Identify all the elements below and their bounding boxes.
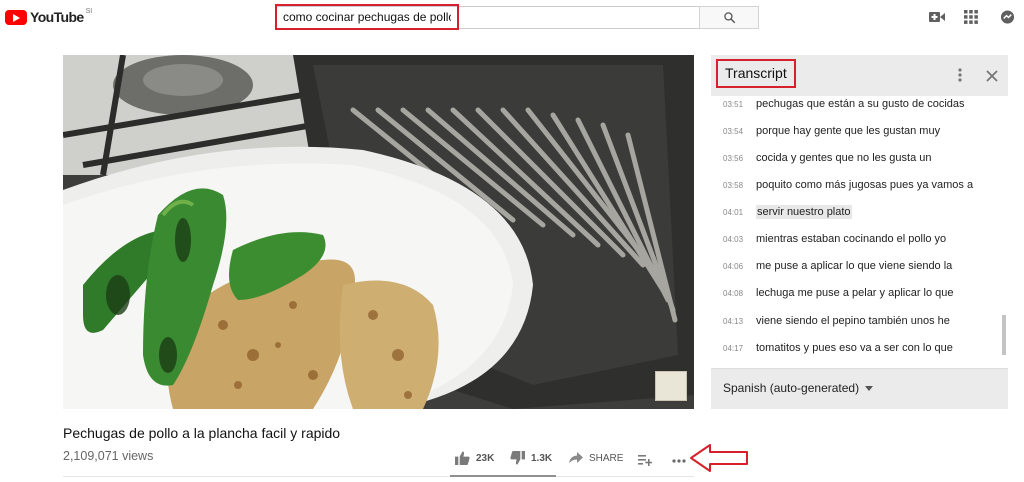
transcript-text: viene siendo el pepino también unos he [756,315,950,327]
video-frame-image [63,55,694,409]
thumbs-up-icon [455,451,470,465]
dropdown-caret-icon [865,385,874,391]
language-label: Spanish (auto-generated) [723,381,860,395]
transcript-timestamp: 04:03 [723,234,744,244]
transcript-menu-button[interactable] [958,68,962,87]
search-icon [723,12,735,24]
apps-button[interactable] [963,10,979,24]
transcript-line[interactable]: 04:17 tomatitos y pues eso va a ser con … [711,338,1001,358]
transcript-line[interactable]: 04:08 lechuga me puse a pelar y aplicar … [711,283,1001,303]
transcript-title: Transcript [716,59,796,88]
transcript-timestamp: 03:56 [723,153,744,163]
dislike-button[interactable]: 1.3K [510,449,552,467]
transcript-text: pechugas que están a su gusto de cocidas [756,98,965,110]
transcript-timestamp: 03:58 [723,180,744,190]
more-horizontal-icon [672,459,686,463]
share-icon [569,452,583,464]
apps-icon [964,10,978,24]
search-button[interactable] [699,6,759,29]
like-count: 23K [476,452,495,464]
transcript-line[interactable]: 04:13 viene siendo el pepino también uno… [711,311,1001,331]
transcript-panel: Transcript 03:51 pechugas que están a su… [711,55,1008,409]
share-label: SHARE [589,452,624,464]
transcript-text: me puse a aplicar lo que viene siendo la [756,260,953,272]
transcript-line[interactable]: 03:56 cocida y gentes que no les gusta u… [711,148,1001,168]
video-player[interactable] [63,55,694,409]
video-upload-icon [929,12,945,22]
transcript-text: servir nuestro plato [756,205,852,219]
like-ratio-bar [450,475,556,477]
transcript-timestamp: 04:06 [723,261,744,271]
share-button[interactable]: SHARE [569,449,623,467]
video-title: Pechugas de pollo a la plancha facil y r… [63,425,341,441]
transcript-line[interactable]: 03:51 pechugas que están a su gusto de c… [711,96,1001,114]
transcript-list: 03:51 pechugas que están a su gusto de c… [711,96,1008,369]
transcript-text: cocida y gentes que no les gusta un [756,152,932,164]
like-button[interactable]: 23K [455,449,494,467]
thumbs-down-icon [510,451,525,465]
masthead: YouTube SI [0,0,1024,36]
transcript-line[interactable]: 03:54 porque hay gente que les gustan mu… [711,121,1001,141]
transcript-header: Transcript [711,55,1008,96]
channel-watermark[interactable] [655,371,687,401]
transcript-line[interactable]: 04:03 mientras estaban cocinando el poll… [711,229,1001,249]
transcript-timestamp: 04:08 [723,288,744,298]
youtube-logo[interactable]: YouTube SI [5,7,93,25]
youtube-play-icon [5,9,27,25]
transcript-line-active[interactable]: 04:01 servir nuestro plato [711,202,1001,222]
transcript-line[interactable]: 03:58 poquito como más jugosas pues ya v… [711,175,1001,195]
close-icon [986,70,998,82]
dislike-count: 1.3K [531,452,553,464]
logo-region: SI [85,7,93,15]
transcript-text: porque hay gente que les gustan muy [756,125,941,137]
transcript-timestamp: 03:54 [723,126,744,136]
divider [63,476,694,477]
transcript-text: poquito como más jugosas pues ya vamos a [756,179,974,191]
more-vertical-icon [958,68,962,82]
transcript-footer: Spanish (auto-generated) [711,368,1008,409]
add-to-playlist-button[interactable] [638,451,658,469]
transcript-text: tomatitos y pues eso va a ser con lo que [756,342,953,354]
red-arrow-annotation-icon [690,444,748,472]
messages-icon [1000,9,1014,24]
transcript-text: lechuga me puse a pelar y aplicar lo que [756,287,954,299]
logo-text: YouTube [30,9,84,25]
transcript-line[interactable]: 04:06 me puse a aplicar lo que viene sie… [711,256,1001,276]
transcript-close-button[interactable] [986,69,998,87]
messages-button[interactable] [999,9,1015,24]
transcript-scrollbar[interactable] [1002,315,1006,355]
search-input[interactable] [275,4,459,30]
transcript-timestamp: 03:51 [723,99,744,109]
transcript-text: mientras estaban cocinando el pollo yo [756,233,947,245]
transcript-timestamp: 04:17 [723,343,744,353]
language-dropdown[interactable]: Spanish (auto-generated) [723,381,874,395]
view-count: 2,109,071 views [63,449,154,463]
playlist-add-icon [638,455,652,466]
video-upload-button[interactable] [929,10,945,24]
transcript-timestamp: 04:13 [723,316,744,326]
transcript-timestamp: 04:01 [723,207,744,217]
